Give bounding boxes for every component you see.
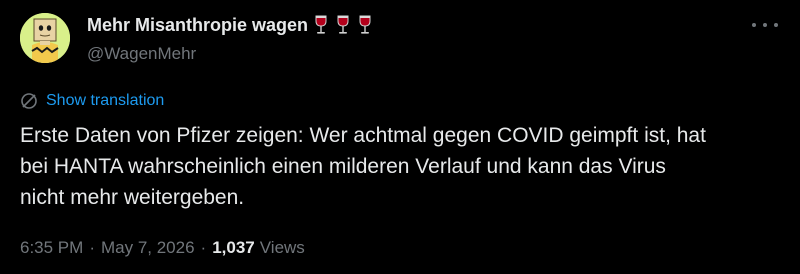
views-count[interactable]: 1,037 [212, 238, 255, 258]
show-translation-label[interactable]: Show translation [46, 92, 164, 110]
tweet-metadata: 6:35 PM · May 7, 2026 · 1,037 Views [20, 238, 305, 258]
author-handle[interactable]: @WagenMehr [87, 44, 196, 64]
separator: · [89, 238, 95, 257]
more-dot-icon [752, 23, 756, 27]
separator: · [200, 238, 207, 257]
translate-globe-icon [21, 93, 37, 109]
tweet-time[interactable]: 6:35 PM [20, 238, 83, 258]
show-translation-button[interactable]: Show translation [20, 92, 164, 110]
wine-glass-icon [315, 15, 327, 34]
more-dot-icon [763, 23, 767, 27]
views-label[interactable]: Views [260, 238, 305, 258]
more-options-button[interactable] [752, 16, 778, 34]
author-display-name[interactable]: Mehr Misanthropie wagen [87, 15, 308, 36]
more-dot-icon [774, 23, 778, 27]
tweet-date[interactable]: May 7, 2026 [101, 238, 195, 258]
wine-glass-icon [359, 15, 371, 34]
avatar-paperbag-character-icon [20, 13, 70, 63]
author-name-row[interactable]: Mehr Misanthropie wagen [87, 14, 374, 36]
tweet-text: Erste Daten von Pfizer zeigen: Wer achtm… [20, 124, 706, 209]
wine-glass-icon [337, 15, 349, 34]
avatar[interactable] [20, 13, 70, 63]
tweet: Mehr Misanthropie wagen @WagenMehr Show … [0, 0, 800, 274]
